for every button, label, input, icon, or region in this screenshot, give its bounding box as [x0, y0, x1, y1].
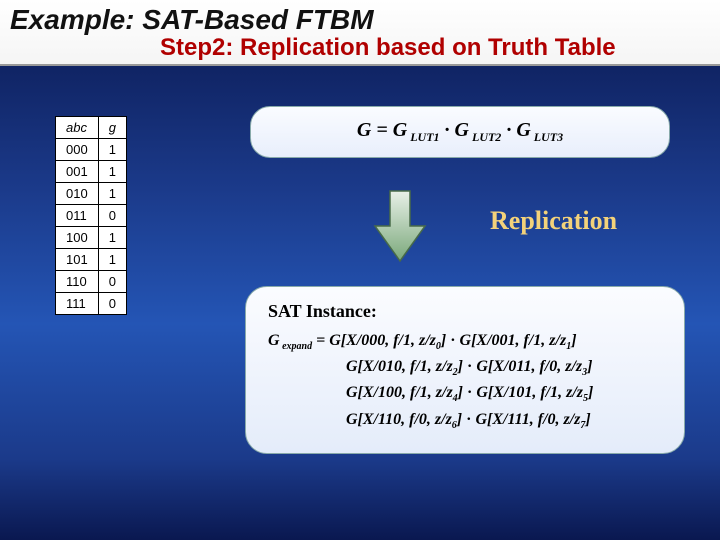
sat-instance-box: SAT Instance: G expand = G[X/000, f/1, z… — [245, 286, 685, 454]
formula-mid1: · G — [440, 119, 469, 141]
slide-title: Example: SAT-Based FTBM — [10, 4, 710, 36]
col-header-abc: abc — [56, 117, 99, 139]
table-row: 1110 — [56, 293, 127, 315]
table-row: 0101 — [56, 183, 127, 205]
formula-sub1: LUT1 — [407, 130, 439, 144]
formula-mid2: · G — [501, 119, 530, 141]
table-header-row: abc g — [56, 117, 127, 139]
replication-label: Replication — [490, 206, 617, 236]
truth-table: abc g 0001 0011 0101 0110 1001 1011 1100… — [55, 116, 127, 315]
sat-line-2: G[X/010, f/1, z/z2] · G[X/011, f/0, z/z3… — [346, 358, 662, 378]
formula-sub3: LUT3 — [531, 130, 563, 144]
table-row: 1100 — [56, 271, 127, 293]
col-header-g: g — [98, 117, 126, 139]
sat-line-1: G expand = G[X/000, f/1, z/z0] · G[X/001… — [268, 332, 662, 352]
slide-subtitle: Step2: Replication based on Truth Table — [160, 34, 710, 62]
content-area: abc g 0001 0011 0101 0110 1001 1011 1100… — [0, 66, 720, 531]
table-row: 1011 — [56, 249, 127, 271]
table-row: 0001 — [56, 139, 127, 161]
formula-box: G = G LUT1 · G LUT2 · G LUT3 — [250, 106, 670, 158]
formula-lhs: G = G — [357, 119, 407, 141]
table-row: 0110 — [56, 205, 127, 227]
formula-sub2: LUT2 — [469, 130, 501, 144]
title-block: Example: SAT-Based FTBM Step2: Replicati… — [0, 0, 720, 66]
table-row: 0011 — [56, 161, 127, 183]
table-row: 1001 — [56, 227, 127, 249]
sat-line-4: G[X/110, f/0, z/z6] · G[X/111, f/0, z/z7… — [346, 411, 662, 431]
sat-line-3: G[X/100, f/1, z/z4] · G[X/101, f/1, z/z5… — [346, 384, 662, 404]
down-arrow-icon — [360, 186, 440, 271]
sat-title: SAT Instance: — [268, 301, 662, 322]
